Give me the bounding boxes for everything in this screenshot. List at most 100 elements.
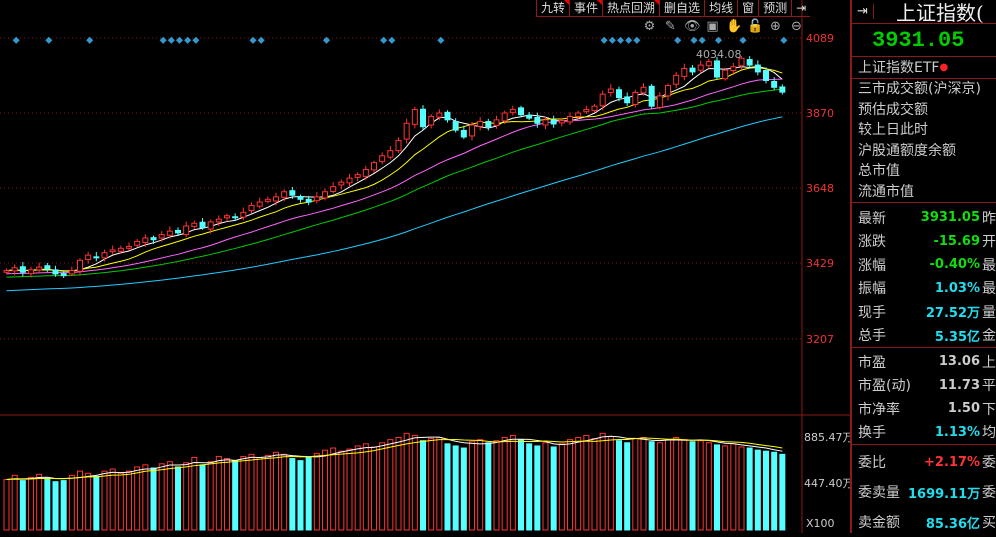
- candle-body: [142, 237, 149, 243]
- toolbar-remove-favorite[interactable]: 删自选: [659, 0, 704, 16]
- row-label: 涨幅: [858, 257, 886, 274]
- toolbar-hotspot[interactable]: 热点回溯: [602, 0, 660, 16]
- orders-row: 委卖量 1699.11万委: [852, 477, 996, 507]
- stat-label: 三市成交额(沪深京): [858, 81, 981, 97]
- toolbar-jiuzhuan[interactable]: 九转: [536, 0, 570, 16]
- volume-bar: [330, 447, 337, 531]
- volume-bar: [264, 454, 271, 531]
- volume-bar: [509, 434, 516, 531]
- volume-bar: [469, 441, 475, 531]
- toolbar-events[interactable]: 事件: [569, 0, 603, 16]
- valuation-row: 市净率 1.50 下: [852, 397, 996, 421]
- signal-diamond: [625, 36, 633, 44]
- candle-body: [338, 181, 345, 186]
- candle-body: [44, 265, 51, 270]
- volume-bar: [36, 473, 43, 531]
- volume-bar: [485, 442, 492, 531]
- volume-bar: [175, 466, 181, 531]
- volume-bar: [738, 446, 745, 531]
- dot-icon: ●: [939, 62, 949, 73]
- volume-bar: [632, 438, 639, 531]
- settings-icon[interactable]: ⚙: [642, 19, 657, 34]
- volume-bar: [126, 470, 132, 531]
- quote-row: 涨幅 -0.40% 最: [852, 253, 996, 277]
- toolbar-forecast[interactable]: 预测: [758, 0, 791, 16]
- candle-body: [689, 67, 696, 73]
- toolbox-icon[interactable]: ▣: [705, 19, 720, 34]
- candle-body: [297, 196, 304, 200]
- volume-bar: [550, 446, 557, 531]
- row-side-label: 最: [982, 257, 996, 274]
- candle-body: [117, 247, 124, 252]
- candle-body: [224, 215, 230, 219]
- draw-icon[interactable]: ✎: [663, 19, 678, 34]
- volume-bar: [689, 441, 696, 531]
- hand-icon[interactable]: ✋: [726, 19, 742, 34]
- volume-bar: [534, 445, 541, 531]
- candle-body: [379, 155, 386, 163]
- candle-body: [264, 198, 271, 202]
- volume-bar: [460, 447, 467, 531]
- candle-body: [656, 95, 663, 109]
- candle-body: [362, 169, 369, 177]
- volume-bar: [444, 443, 451, 531]
- candle-body: [705, 61, 712, 67]
- volume-bar: [567, 439, 573, 531]
- toolbar-ma[interactable]: 均线: [704, 0, 737, 16]
- etf-link[interactable]: 上证指数ETF●: [852, 57, 996, 79]
- candle-body: [354, 174, 361, 178]
- volume-bar: [697, 440, 704, 531]
- etf-label: 上证指数ETF: [858, 60, 940, 76]
- candle-body: [673, 74, 680, 85]
- candle-body: [134, 240, 141, 246]
- toolbar-window[interactable]: 窗: [737, 0, 758, 16]
- candle-body: [681, 67, 688, 77]
- candle-body: [616, 89, 622, 99]
- row-value: 5.35亿: [934, 329, 980, 345]
- candle-body: [371, 162, 377, 171]
- candle-body: [485, 121, 492, 128]
- volume-bar: [656, 442, 663, 531]
- candle-body: [501, 112, 508, 122]
- volume-bar: [624, 442, 631, 531]
- signal-diamond: [633, 36, 641, 44]
- volume-bar: [11, 474, 18, 531]
- zoom-out-icon[interactable]: ⊖: [789, 19, 804, 34]
- lock-icon[interactable]: 🔓: [747, 19, 763, 34]
- signal-diamond: [437, 36, 445, 44]
- volume-bar: [273, 451, 279, 531]
- volume-bar: [681, 439, 688, 531]
- signal-diamond: [175, 36, 184, 44]
- candle-body: [624, 96, 631, 104]
- volume-bar: [215, 455, 222, 531]
- candle-body: [436, 112, 443, 118]
- kline-chart[interactable]: 4034.08 4089 3870 3648 3429 3207 885.47万…: [0, 0, 850, 533]
- price-tick: 3870: [806, 107, 834, 120]
- valuation-row: 市盈(动) 11.73 平: [852, 374, 996, 398]
- row-label: 换手: [858, 425, 886, 442]
- exit-icon[interactable]: ⇥: [791, 0, 810, 16]
- valuation-row: 市盈 13.06 上: [852, 350, 996, 374]
- volume-bar: [248, 453, 255, 531]
- candle-body: [509, 109, 516, 114]
- eye-icon[interactable]: 👁: [684, 19, 701, 34]
- candle-body: [558, 120, 565, 124]
- row-label: 市净率: [858, 401, 900, 418]
- volume-bar: [305, 456, 312, 531]
- candle-body: [289, 190, 296, 196]
- volume-bar: [411, 434, 418, 531]
- candle-body: [273, 196, 279, 202]
- candle-body: [779, 86, 786, 93]
- zoom-in-icon[interactable]: ⊕: [768, 19, 783, 34]
- candle-body: [550, 119, 557, 125]
- candle-body: [526, 114, 533, 119]
- volume-bar: [665, 439, 671, 531]
- ma-line-5: [6, 65, 783, 272]
- candle-body: [322, 191, 328, 199]
- volume-bar: [607, 435, 614, 531]
- volume-bar: [338, 450, 345, 531]
- volume-bar: [362, 443, 369, 531]
- exit-icon[interactable]: ⇥: [852, 4, 874, 19]
- candle-body: [763, 70, 769, 81]
- row-side-label: 最: [982, 281, 996, 298]
